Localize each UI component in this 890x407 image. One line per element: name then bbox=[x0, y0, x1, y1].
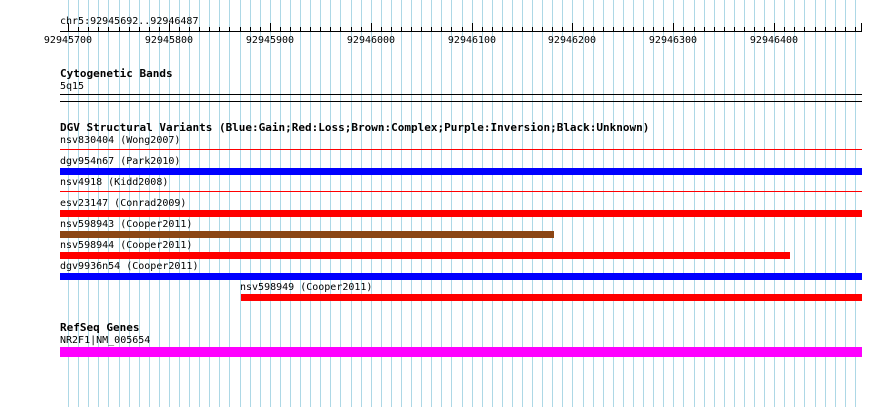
dgv-track-title: DGV Structural Variants (Blue:Gain;Red:L… bbox=[60, 121, 650, 134]
cytoband-label: 5q15 bbox=[60, 81, 85, 92]
ruler-axis bbox=[60, 31, 862, 32]
ruler-tick-label: 92946200 bbox=[547, 35, 597, 46]
ruler-tick-label: 92945900 bbox=[245, 35, 295, 46]
cytoband-line-bottom bbox=[60, 101, 862, 102]
ruler-tick-label: 92946100 bbox=[447, 35, 497, 46]
variant-label[interactable]: dgv954n67 (Park2010) bbox=[60, 156, 180, 167]
cytoband-track-title: Cytogenetic Bands bbox=[60, 67, 173, 80]
variant-bar[interactable] bbox=[241, 294, 862, 301]
ruler-tick-label: 92945800 bbox=[144, 35, 194, 46]
genome-browser-view: chr5:92945692..92946487 92945700 92945800… bbox=[0, 0, 890, 407]
variant-label[interactable]: esv23147 (Conrad2009) bbox=[60, 198, 186, 209]
variant-bar[interactable] bbox=[60, 168, 862, 175]
variant-bar[interactable] bbox=[60, 252, 790, 259]
region-label: chr5:92945692..92946487 bbox=[60, 16, 199, 27]
variant-bar[interactable] bbox=[60, 210, 862, 217]
gene-label[interactable]: NR2F1|NM_005654 bbox=[60, 335, 150, 346]
variant-bar[interactable] bbox=[60, 191, 862, 192]
variant-label[interactable]: nsv598949 (Cooper2011) bbox=[240, 282, 372, 293]
variant-label[interactable]: nsv830404 (Wong2007) bbox=[60, 135, 180, 146]
variant-label[interactable]: nsv4918 (Kidd2008) bbox=[60, 177, 168, 188]
variant-bar[interactable] bbox=[60, 273, 862, 280]
variant-label[interactable]: nsv598944 (Cooper2011) bbox=[60, 240, 192, 251]
refseq-track-title: RefSeq Genes bbox=[60, 321, 140, 334]
variant-bar[interactable] bbox=[60, 149, 862, 150]
variant-label[interactable]: dgv9936n54 (Cooper2011) bbox=[60, 261, 198, 272]
ruler-tick-label: 92946400 bbox=[749, 35, 799, 46]
variant-bar[interactable] bbox=[60, 231, 554, 238]
ruler-tick-label: 92945700 bbox=[43, 35, 93, 46]
cytoband-line-top bbox=[60, 94, 862, 95]
ruler-tick-label: 92946000 bbox=[346, 35, 396, 46]
ruler-tick-label: 92946300 bbox=[648, 35, 698, 46]
variant-label[interactable]: nsv598943 (Cooper2011) bbox=[60, 219, 192, 230]
gene-bar[interactable] bbox=[60, 347, 862, 357]
